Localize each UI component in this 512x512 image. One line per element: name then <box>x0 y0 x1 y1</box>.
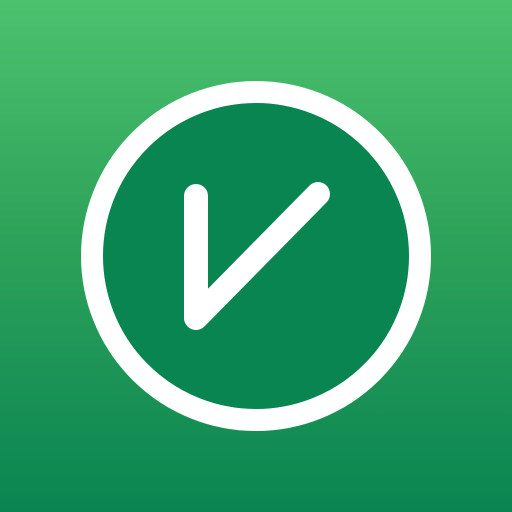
app-icon <box>0 0 512 512</box>
check-circle-icon <box>81 81 431 431</box>
